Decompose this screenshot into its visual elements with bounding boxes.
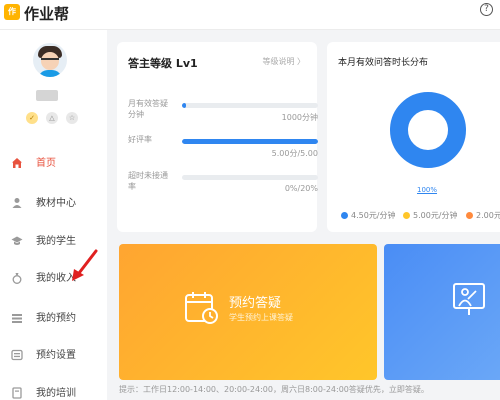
row-label: 好评率 [128,135,152,144]
sidebar-item-label: 预约设置 [36,350,76,361]
username-redacted [36,90,58,101]
person-icon [11,194,23,208]
level-card: 答主等级 Lv1 等级说明 〉 月有效答疑分钟 1000分钟 好评率 5.00分… [117,42,318,232]
badge-triangle-icon[interactable]: △ [46,112,58,124]
sidebar-item-my-training[interactable]: 我的培训 [0,375,107,400]
footer-tip: 提示：工作日12:00-14:00、20:00-24:00，周六日8:00-24… [119,385,429,394]
duration-distribution-card: 本月有效问答时长分布 100% 4.50元/分钟 5.00元/分钟 2.00元/… [327,42,500,232]
settings-icon [11,346,23,361]
sidebar-item-home[interactable]: 首页 [0,145,107,177]
sidebar-item-textbook-center[interactable]: 教材中心 [0,185,107,217]
progress-fill [182,103,187,108]
book-icon [11,384,23,399]
sidebar: ✓ △ ☆ 首页 教材中心 我的学生 我的收入 我的预约 预约设置 我的培训 [0,30,107,400]
distribution-title: 本月有效问答时长分布 [338,58,429,68]
level-info-link[interactable]: 等级说明 〉 [262,56,305,67]
sidebar-item-my-appointments[interactable]: 我的预约 [0,300,107,332]
book-card-subtitle: 学生预约上课答疑 [229,313,293,322]
badge-star-icon[interactable]: ☆ [66,112,78,124]
badge-row: ✓ △ ☆ [26,112,84,124]
sidebar-item-label: 我的预约 [36,313,76,324]
progress-track [182,139,318,144]
annotation-arrow-icon [72,249,98,281]
money-bag-icon [11,269,23,284]
avatar[interactable] [33,43,67,77]
progress-track [182,175,318,180]
top-bar: 作 作业帮 ? [0,0,500,30]
level-title: 答主等级 Lv1 [128,57,198,70]
class-card[interactable] [384,244,500,380]
sidebar-item-label: 教材中心 [36,198,76,209]
donut-percent-label: 100% [417,186,438,194]
row-label: 超时未接通率 [128,171,168,191]
donut-chart [390,92,466,168]
row-label: 月有效答疑分钟 [128,99,168,119]
list-icon [11,309,23,323]
legend-item: 2.00元/分钟 [466,210,500,221]
help-icon[interactable]: ? [480,3,493,16]
book-card-title: 预约答疑 [229,296,282,311]
progress-track [182,103,318,108]
app-title: 作业帮 [24,5,70,23]
sidebar-item-label: 首页 [36,158,56,169]
teacher-board-icon [453,283,485,315]
level-row-rating: 好评率 5.00分/5.00 [128,134,318,164]
book-appointment-card[interactable]: 预约答疑 学生预约上课答疑 [119,244,377,380]
row-value: 5.00分/5.00 [271,149,318,158]
legend-item: 4.50元/分钟 [341,210,396,221]
sidebar-item-label: 我的学生 [36,236,76,247]
home-icon [11,154,23,168]
progress-fill [182,139,318,144]
badge-check-icon[interactable]: ✓ [26,112,38,124]
row-value: 1000分钟 [281,113,318,122]
donut-ring [390,92,466,168]
sidebar-item-label: 我的培训 [36,388,76,399]
row-value: 0%/20% [284,184,318,193]
level-row-timeout: 超时未接通率 0%/20% [128,170,318,200]
graduation-cap-icon [11,232,23,245]
calendar-clock-icon [185,292,218,324]
legend-item: 5.00元/分钟 [403,210,458,221]
sidebar-item-appointment-settings[interactable]: 预约设置 [0,337,107,369]
legend: 4.50元/分钟 5.00元/分钟 2.00元/分钟 [338,210,500,224]
level-row-minutes: 月有效答疑分钟 1000分钟 [128,98,318,128]
app-logo: 作 [4,4,20,20]
